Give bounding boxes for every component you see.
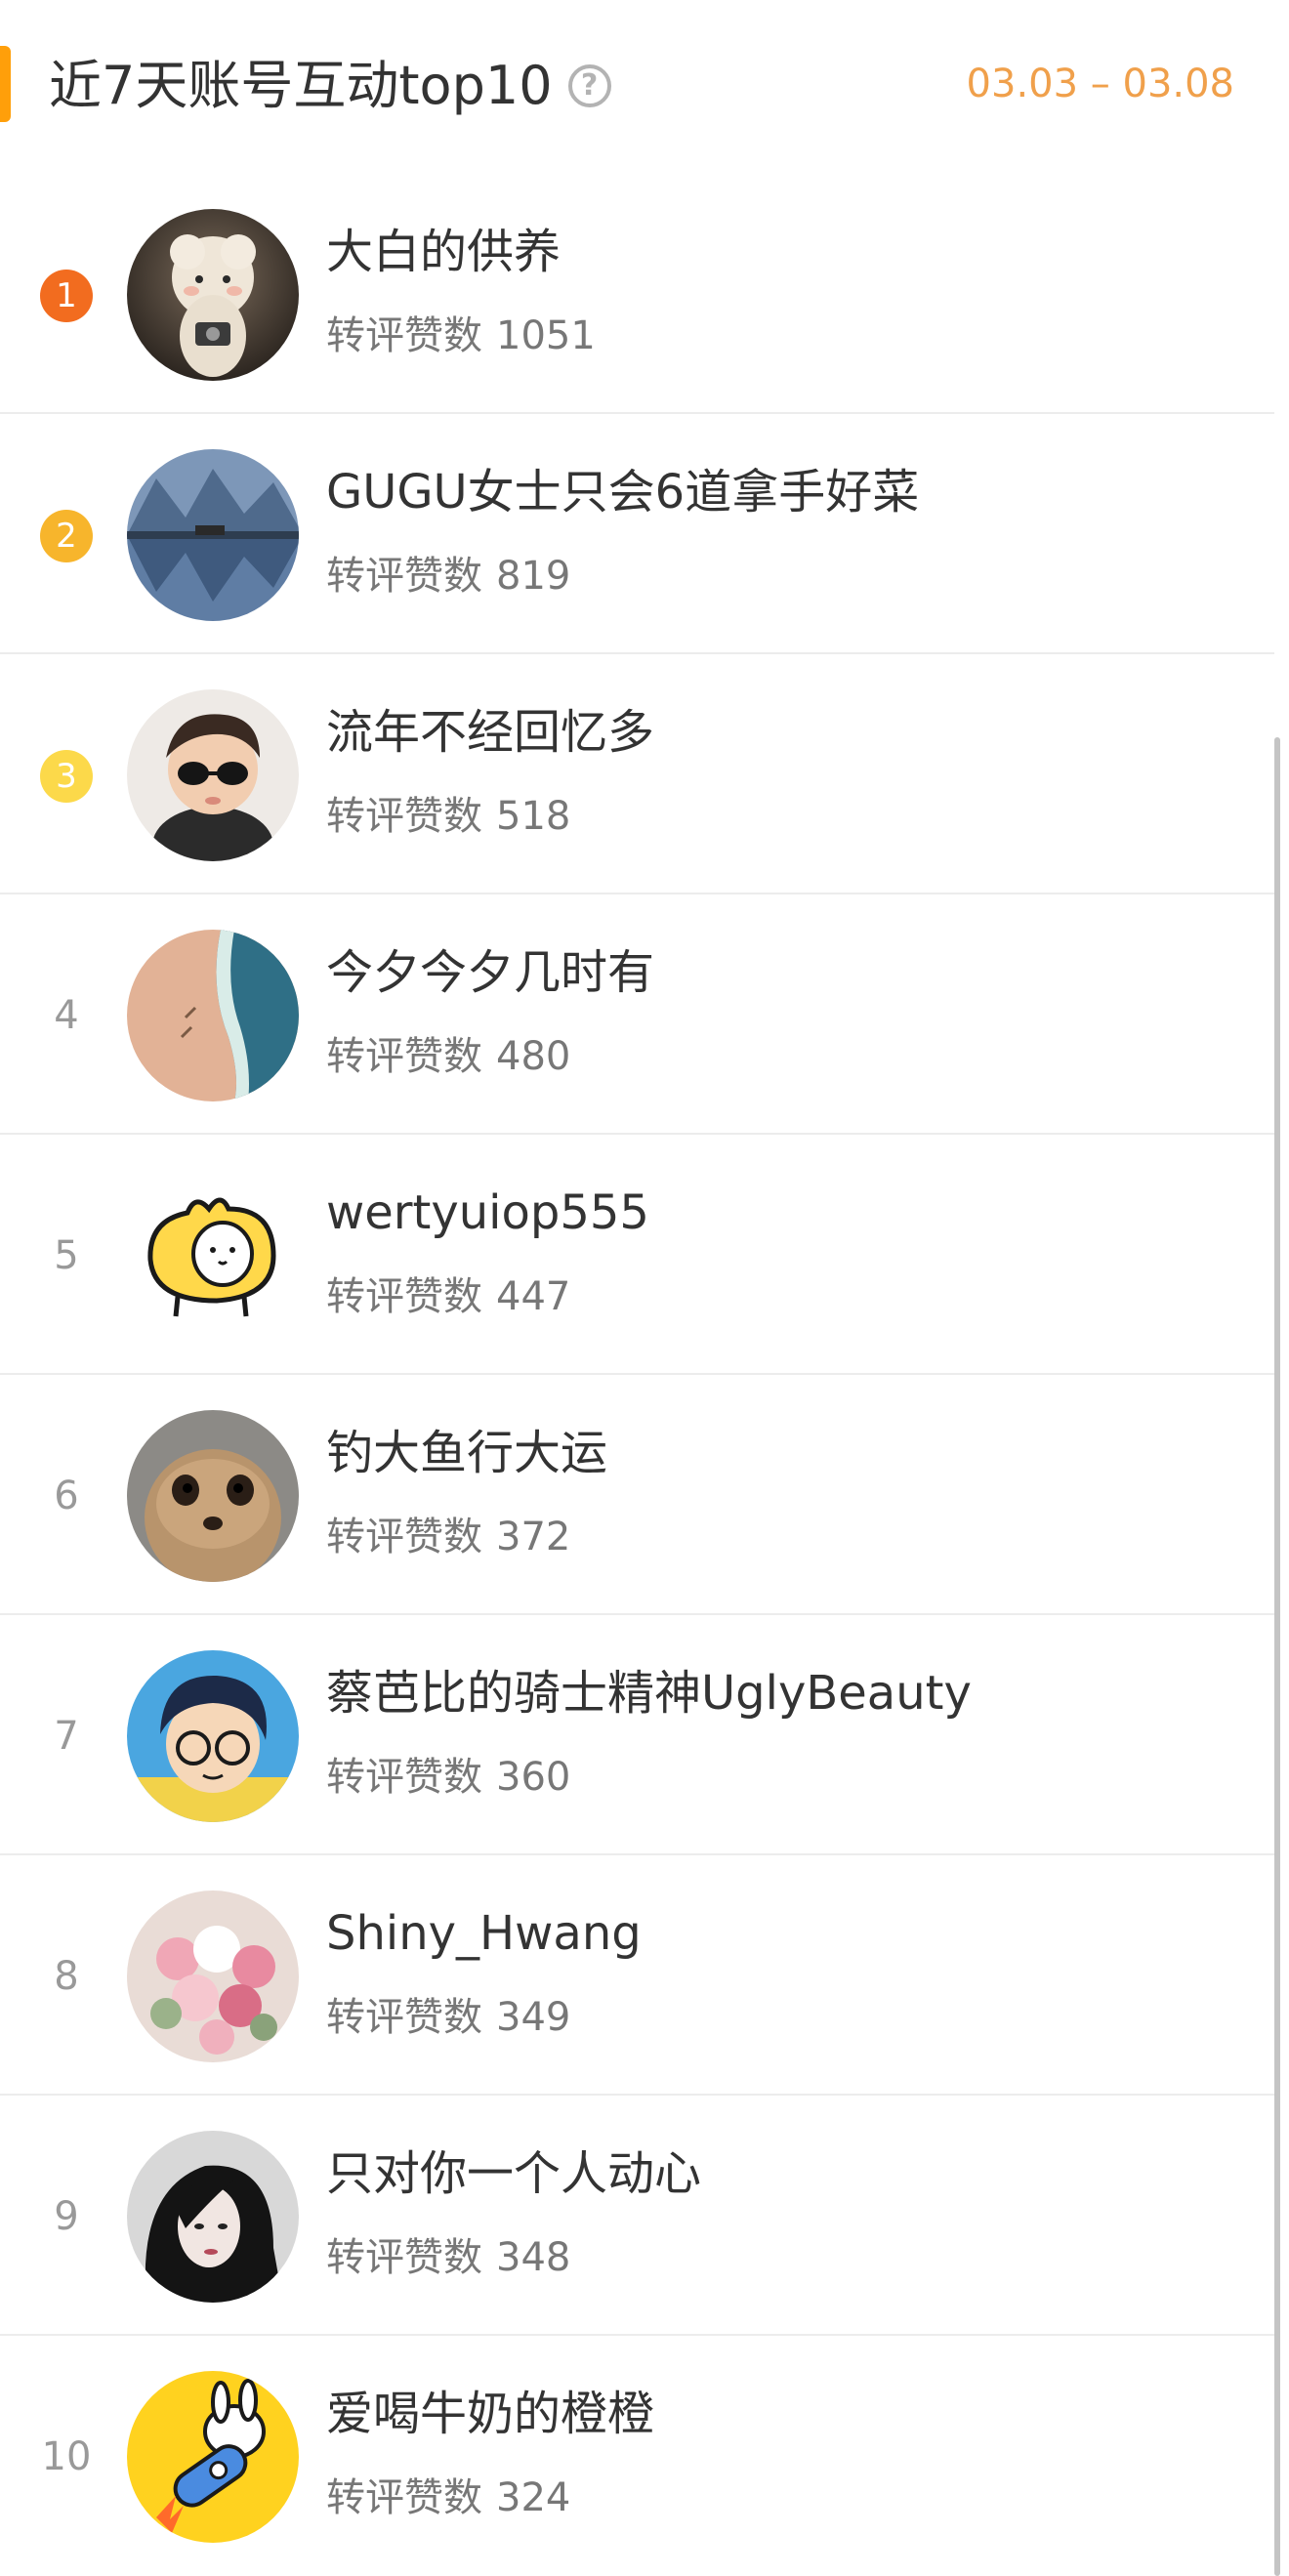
metric-label: 转评赞数 — [326, 794, 482, 839]
ranking-row[interactable]: 9 只对你一个人动心 转评赞数 348 — [0, 2096, 1274, 2336]
metric-label: 转评赞数 — [326, 1515, 482, 1559]
engagement-count: 324 — [496, 2475, 571, 2520]
engagement-stats: 转评赞数 480 — [326, 1029, 570, 1084]
ranking-row[interactable]: 10 爱喝牛奶的橙橙 转评赞数 324 — [0, 2336, 1274, 2576]
title-accent-bar — [0, 46, 11, 122]
ranking-row[interactable]: 7 蔡芭比的骑士精神UglyBeauty 转评赞数 360 — [0, 1615, 1274, 1855]
engagement-count: 360 — [496, 1755, 571, 1800]
engagement-count: 372 — [496, 1515, 571, 1559]
metric-label: 转评赞数 — [326, 1995, 482, 2040]
avatar[interactable] — [127, 689, 299, 861]
account-name[interactable]: 蔡芭比的骑士精神UglyBeauty — [326, 1662, 972, 1724]
help-circle-icon[interactable]: ? — [567, 64, 611, 107]
page-title: 近7天账号互动top10 ? — [49, 51, 611, 121]
metric-label: 转评赞数 — [326, 554, 482, 599]
ranking-row[interactable]: 4 今夕今夕几时有 转评赞数 480 — [0, 894, 1274, 1135]
date-range[interactable]: 03.03 – 03.08 — [967, 57, 1234, 111]
rank-number: 9 — [54, 2194, 79, 2239]
avatar[interactable] — [127, 209, 299, 381]
account-name[interactable]: 只对你一个人动心 — [326, 2142, 701, 2205]
meerkat-avatar — [127, 1410, 299, 1582]
ranking-row[interactable]: 5 wertyuiop555 转评赞数 447 — [0, 1135, 1274, 1375]
avatar[interactable] — [127, 449, 299, 621]
engagement-count: 819 — [496, 554, 571, 599]
engagement-count: 480 — [496, 1034, 571, 1079]
metric-label: 转评赞数 — [326, 2475, 482, 2520]
metric-label: 转评赞数 — [326, 313, 482, 358]
rank-number: 10 — [41, 2434, 92, 2479]
account-name[interactable]: 钓大鱼行大运 — [326, 1422, 607, 1484]
rank-number: 7 — [54, 1714, 79, 1759]
engagement-stats: 转评赞数 348 — [326, 2230, 570, 2285]
rabbit-on-rocket-avatar — [127, 2371, 299, 2543]
metric-label: 转评赞数 — [326, 1034, 482, 1079]
engagement-stats: 转评赞数 349 — [326, 1990, 570, 2045]
metric-label: 转评赞数 — [326, 2235, 482, 2280]
avatar[interactable] — [127, 1890, 299, 2062]
account-name[interactable]: GUGU女士只会6道拿手好菜 — [326, 461, 919, 523]
engagement-count: 348 — [496, 2235, 571, 2280]
engagement-stats: 转评赞数 1051 — [326, 309, 596, 363]
account-name[interactable]: Shiny_Hwang — [326, 1902, 642, 1965]
engagement-count: 447 — [496, 1274, 571, 1319]
metric-label: 转评赞数 — [326, 1755, 482, 1800]
mountain-lake-reflection-avatar — [127, 449, 299, 621]
dark-hair-woman-avatar — [127, 2131, 299, 2303]
engagement-stats: 转评赞数 324 — [326, 2471, 570, 2525]
avatar[interactable] — [127, 2371, 299, 2543]
vertical-scrollbar[interactable] — [1274, 737, 1280, 2576]
avatar[interactable] — [127, 930, 299, 1101]
ranking-row[interactable]: 2 GUGU女士只会6道拿手好菜 转评赞数 819 — [0, 414, 1274, 654]
pink-flower-bouquet-avatar — [127, 1890, 299, 2062]
engagement-stats: 转评赞数 819 — [326, 549, 570, 603]
header: 近7天账号互动top10 ? 03.03 – 03.08 — [0, 0, 1289, 174]
avatar[interactable] — [127, 1650, 299, 1822]
rank-number: 6 — [54, 1474, 79, 1518]
ranking-row[interactable]: 1 大白的供养 转评赞数 1051 — [0, 174, 1274, 414]
account-name[interactable]: 大白的供养 — [326, 221, 561, 283]
ranking-row[interactable]: 8 Shiny_Hwang 转评赞数 349 — [0, 1855, 1274, 2096]
engagement-count: 1051 — [496, 313, 596, 358]
fluffy-white-plush-toy-avatar — [127, 209, 299, 381]
beach-waves-aerial-avatar — [127, 930, 299, 1101]
rank-number: 4 — [54, 993, 79, 1038]
account-name[interactable]: 爱喝牛奶的橙橙 — [326, 2383, 654, 2445]
account-name[interactable]: 今夕今夕几时有 — [326, 941, 654, 1004]
avatar[interactable] — [127, 2131, 299, 2303]
engagement-stats: 转评赞数 518 — [326, 789, 570, 844]
engagement-count: 518 — [496, 794, 571, 839]
yellow-bunny-cartoon-avatar — [127, 1170, 299, 1342]
rank-number: 5 — [54, 1233, 79, 1278]
cartoon-boy-with-glasses-avatar — [127, 1650, 299, 1822]
page-title-text: 近7天账号互动top10 — [49, 55, 553, 116]
account-name[interactable]: 流年不经回忆多 — [326, 701, 654, 764]
ranking-row[interactable]: 6 钓大鱼行大运 转评赞数 372 — [0, 1375, 1274, 1615]
engagement-stats: 转评赞数 447 — [326, 1269, 570, 1324]
boy-with-sunglasses-avatar — [127, 689, 299, 861]
avatar[interactable] — [127, 1410, 299, 1582]
engagement-stats: 转评赞数 372 — [326, 1510, 570, 1564]
avatar[interactable] — [127, 1170, 299, 1342]
engagement-count: 349 — [496, 1995, 571, 2040]
account-name[interactable]: wertyuiop555 — [326, 1182, 649, 1244]
ranking-list: 1 大白的供养 转评赞数 1051 2 GUGU女士只会6道拿手好菜 转评赞数 … — [0, 174, 1274, 2576]
rank-badge-bronze: 3 — [40, 750, 93, 803]
ranking-row[interactable]: 3 流年不经回忆多 转评赞数 518 — [0, 654, 1274, 894]
rank-badge-gold: 1 — [40, 270, 93, 322]
engagement-stats: 转评赞数 360 — [326, 1750, 570, 1805]
metric-label: 转评赞数 — [326, 1274, 482, 1319]
rank-badge-silver: 2 — [40, 510, 93, 562]
rank-number: 8 — [54, 1954, 79, 1999]
